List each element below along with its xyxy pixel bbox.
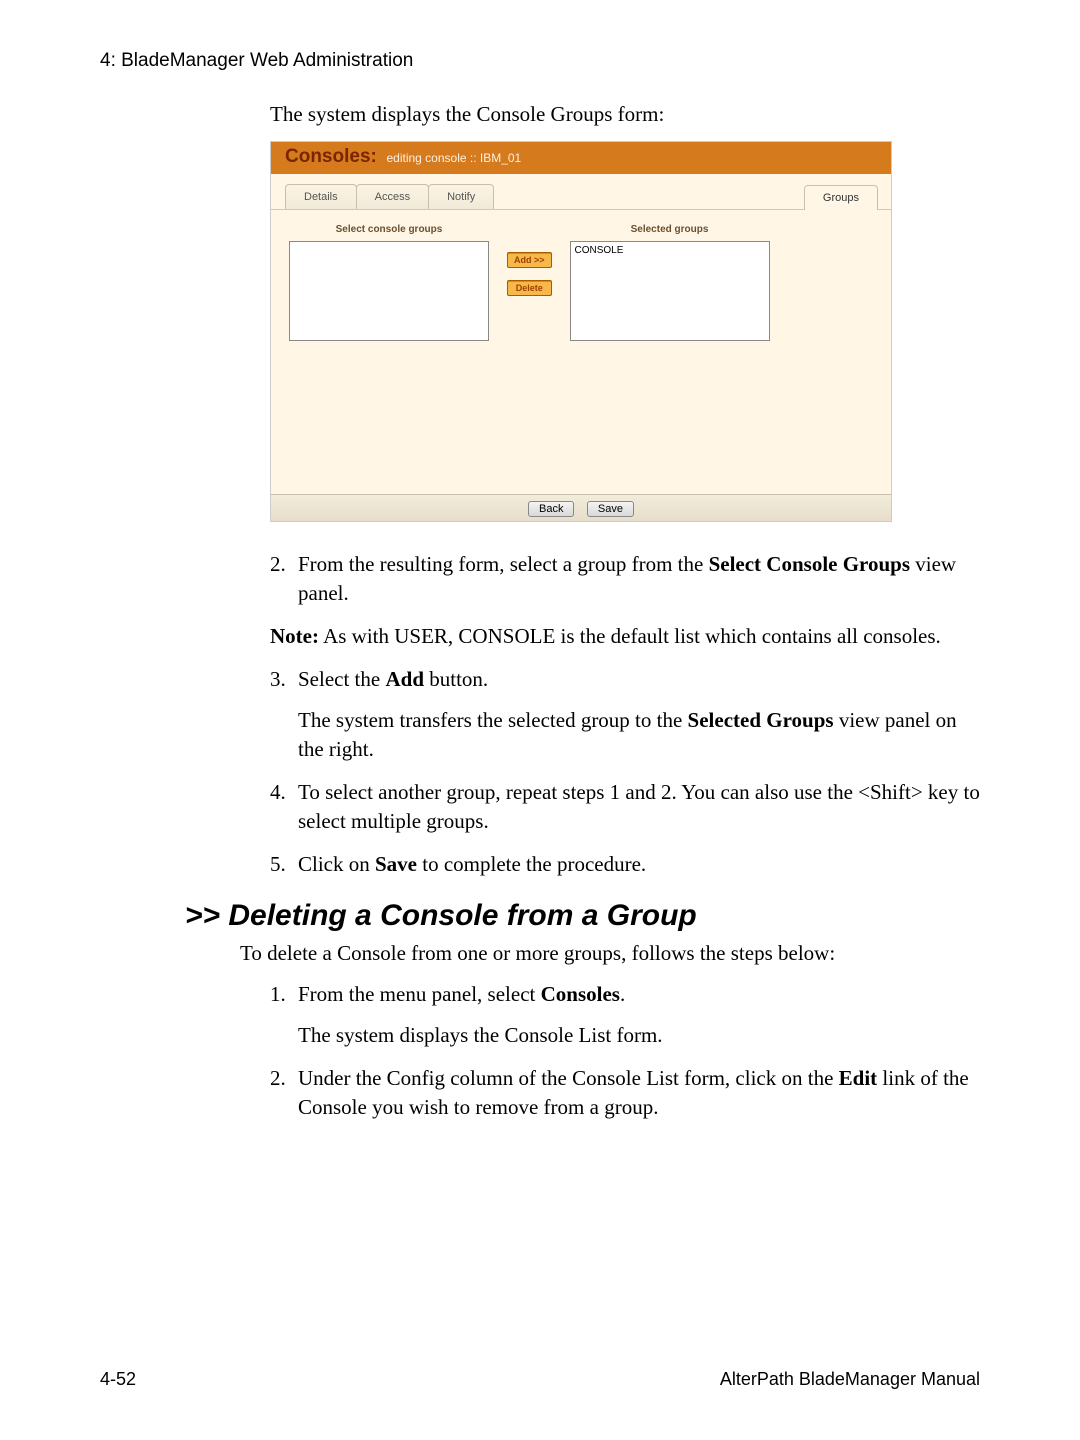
transfer-buttons: Add >> Delete bbox=[507, 252, 552, 296]
page-footer: 4-52 AlterPath BladeManager Manual bbox=[100, 1369, 980, 1390]
step-text: Under the Config column of the Console L… bbox=[298, 1064, 980, 1122]
note-text: As with USER, CONSOLE is the default lis… bbox=[319, 624, 941, 648]
add-button[interactable]: Add >> bbox=[507, 252, 552, 268]
manual-title: AlterPath BladeManager Manual bbox=[720, 1369, 980, 1390]
save-button[interactable]: Save bbox=[587, 501, 634, 517]
intro-text: The system displays the Console Groups f… bbox=[270, 102, 980, 127]
tab-details[interactable]: Details bbox=[285, 184, 357, 209]
note-label: Note: bbox=[270, 624, 319, 648]
step-number: 5. bbox=[270, 850, 298, 879]
step-text: Click on Save to complete the procedure. bbox=[298, 850, 646, 879]
note: Note: As with USER, CONSOLE is the defau… bbox=[270, 622, 980, 651]
text: . bbox=[620, 982, 625, 1006]
section-intro: To delete a Console from one or more gro… bbox=[240, 941, 980, 966]
selected-groups-label: Selected groups bbox=[631, 224, 709, 235]
step-number: 4. bbox=[270, 778, 298, 836]
text: From the menu panel, select bbox=[298, 982, 541, 1006]
tabs-row: Details Access Notify Groups bbox=[271, 174, 891, 210]
step-followup: The system transfers the selected group … bbox=[298, 706, 980, 764]
page-number: 4-52 bbox=[100, 1369, 136, 1390]
text: button. bbox=[424, 667, 488, 691]
text: to complete the procedure. bbox=[417, 852, 646, 876]
back-button[interactable]: Back bbox=[528, 501, 574, 517]
chapter-header: 4: BladeManager Web Administration bbox=[100, 50, 980, 72]
tab-access[interactable]: Access bbox=[356, 184, 429, 209]
selected-groups-column: Selected groups CONSOLE bbox=[570, 224, 770, 341]
step-3: 3. Select the Add button. The system tra… bbox=[270, 665, 980, 764]
text: Select the bbox=[298, 667, 385, 691]
step-followup: The system displays the Console List for… bbox=[298, 1021, 663, 1050]
bold-text: Edit bbox=[839, 1066, 878, 1090]
step-text: To select another group, repeat steps 1 … bbox=[298, 778, 980, 836]
text: Under the Config column of the Console L… bbox=[298, 1066, 839, 1090]
step-text: From the menu panel, select Consoles. Th… bbox=[298, 980, 663, 1050]
available-groups-column: Select console groups bbox=[289, 224, 489, 341]
text: Click on bbox=[298, 852, 375, 876]
step-4: 4. To select another group, repeat steps… bbox=[270, 778, 980, 836]
list-item[interactable]: CONSOLE bbox=[575, 245, 765, 256]
step-2: 2. From the resulting form, select a gro… bbox=[270, 550, 980, 608]
bold-text: Consoles bbox=[541, 982, 620, 1006]
step-5: 5. Click on Save to complete the procedu… bbox=[270, 850, 980, 879]
delete-button[interactable]: Delete bbox=[507, 280, 552, 296]
text: From the resulting form, select a group … bbox=[298, 552, 709, 576]
step-number: 3. bbox=[270, 665, 298, 764]
console-groups-form: Consoles: editing console :: IBM_01 Deta… bbox=[270, 141, 892, 522]
form-titlebar: Consoles: editing console :: IBM_01 bbox=[271, 142, 891, 174]
step-number: 2. bbox=[270, 550, 298, 608]
bold-text: Add bbox=[385, 667, 424, 691]
bold-text: Selected Groups bbox=[688, 708, 834, 732]
form-title: Consoles: bbox=[285, 146, 377, 167]
selected-groups-list[interactable]: CONSOLE bbox=[570, 241, 770, 341]
step-1b: 1. From the menu panel, select Consoles.… bbox=[270, 980, 980, 1050]
available-groups-label: Select console groups bbox=[336, 224, 443, 235]
tab-groups[interactable]: Groups bbox=[804, 185, 878, 210]
form-breadcrumb: editing console :: IBM_01 bbox=[386, 151, 521, 165]
available-groups-list[interactable] bbox=[289, 241, 489, 341]
section-heading: >> Deleting a Console from a Group bbox=[185, 899, 980, 933]
step-2b: 2. Under the Config column of the Consol… bbox=[270, 1064, 980, 1122]
tab-spacer bbox=[493, 184, 805, 209]
step-number: 2. bbox=[270, 1064, 298, 1122]
step-text: Select the Add button. The system transf… bbox=[298, 665, 980, 764]
text: The system transfers the selected group … bbox=[298, 708, 688, 732]
form-footer: Back Save bbox=[271, 494, 891, 521]
bold-text: Select Console Groups bbox=[709, 552, 910, 576]
form-body: Select console groups Add >> Delete Sele… bbox=[271, 210, 891, 494]
step-number: 1. bbox=[270, 980, 298, 1050]
tab-notify[interactable]: Notify bbox=[428, 184, 494, 209]
bold-text: Save bbox=[375, 852, 417, 876]
step-text: From the resulting form, select a group … bbox=[298, 550, 980, 608]
